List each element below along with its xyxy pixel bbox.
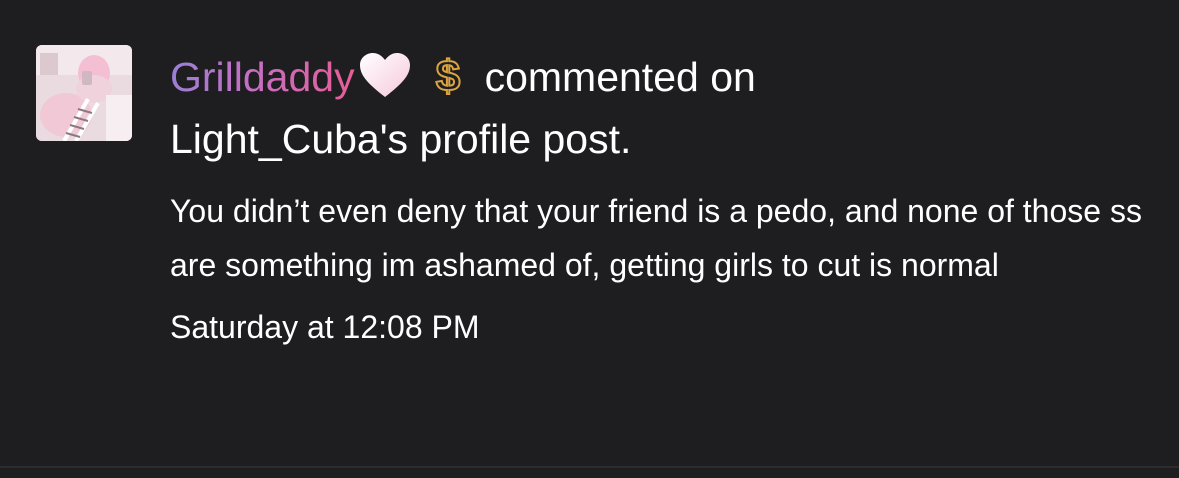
avatar[interactable] [36,45,132,141]
notification-item[interactable]: Grilldaddy $ commented on Light_Cuba's p… [0,0,1179,478]
target-link[interactable]: Light_Cuba's profile post. [170,116,631,162]
action-text: commented on [484,54,756,100]
comment-snippet: You didn’t even deny that your friend is… [170,193,1142,283]
svg-text:$: $ [435,52,459,99]
gold-dollar-icon: $ [434,51,460,99]
username-link[interactable]: Grilldaddy [170,54,355,100]
notification-content: Grilldaddy $ commented on Light_Cuba's p… [170,46,1142,354]
white-heart-icon [359,53,410,97]
avatar-image [36,45,132,141]
divider [0,466,1179,468]
notification-headline: Grilldaddy $ commented on Light_Cuba's p… [170,46,1139,170]
timestamp: Saturday at 12:08 PM [170,309,480,345]
